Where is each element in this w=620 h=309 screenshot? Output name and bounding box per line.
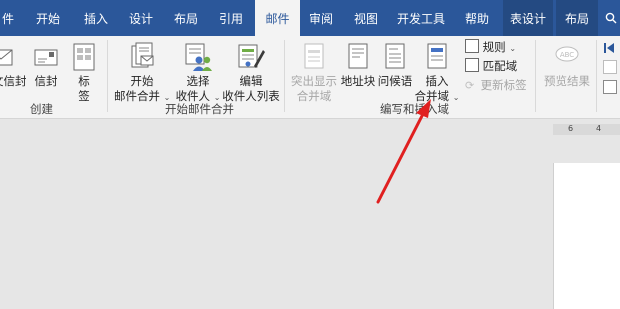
- red-arrow-annotation: [376, 99, 431, 204]
